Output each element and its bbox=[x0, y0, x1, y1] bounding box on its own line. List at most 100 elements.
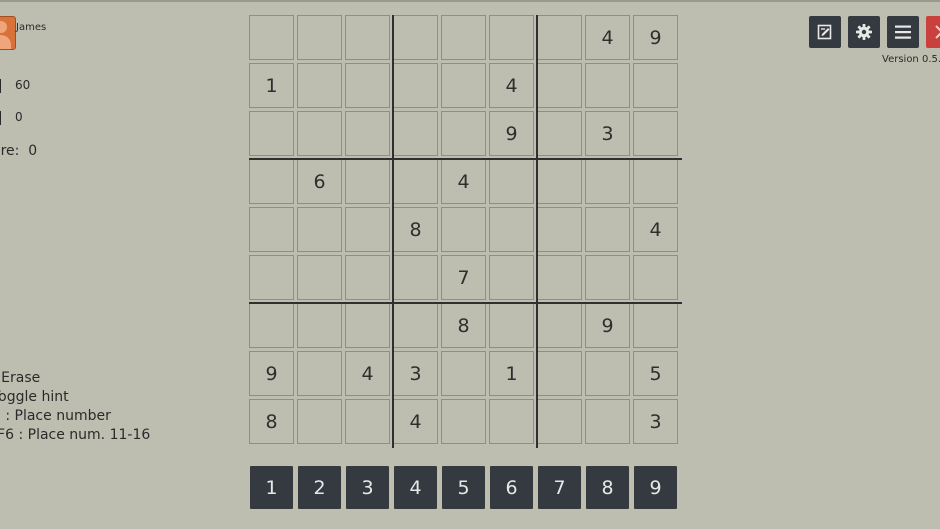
sudoku-cell[interactable]: 9 bbox=[585, 303, 630, 348]
sudoku-cell[interactable]: 3 bbox=[633, 399, 678, 444]
sudoku-cell[interactable] bbox=[345, 15, 390, 60]
sudoku-cell[interactable] bbox=[489, 399, 534, 444]
sudoku-cell[interactable] bbox=[585, 399, 630, 444]
sudoku-cell[interactable]: 7 bbox=[441, 255, 486, 300]
sudoku-cell[interactable]: 1 bbox=[249, 63, 294, 108]
sudoku-cell[interactable] bbox=[297, 255, 342, 300]
sudoku-cell[interactable]: 6 bbox=[297, 159, 342, 204]
sudoku-cell[interactable] bbox=[441, 63, 486, 108]
sudoku-cell[interactable] bbox=[249, 15, 294, 60]
sudoku-cell[interactable] bbox=[441, 15, 486, 60]
sudoku-cell[interactable] bbox=[537, 111, 582, 156]
sudoku-cell[interactable] bbox=[633, 303, 678, 348]
sudoku-cell[interactable]: 8 bbox=[441, 303, 486, 348]
help-toggle-hint: Toggle hint bbox=[0, 389, 69, 405]
sudoku-cell[interactable]: 1 bbox=[489, 351, 534, 396]
sudoku-cell[interactable]: 8 bbox=[249, 399, 294, 444]
sudoku-cell[interactable] bbox=[249, 303, 294, 348]
sudoku-cell[interactable]: 3 bbox=[393, 351, 438, 396]
sudoku-cell[interactable] bbox=[537, 15, 582, 60]
sudoku-cell[interactable] bbox=[537, 63, 582, 108]
sudoku-cell[interactable] bbox=[393, 159, 438, 204]
sudoku-cell[interactable] bbox=[297, 111, 342, 156]
stat-icon-second bbox=[0, 111, 1, 125]
number-button-8[interactable]: 8 bbox=[586, 466, 629, 509]
sudoku-cell[interactable] bbox=[297, 303, 342, 348]
number-button-6[interactable]: 6 bbox=[490, 466, 533, 509]
sudoku-cell[interactable] bbox=[249, 207, 294, 252]
sudoku-cell[interactable] bbox=[297, 351, 342, 396]
sudoku-cell[interactable] bbox=[585, 351, 630, 396]
sudoku-cell[interactable]: 5 bbox=[633, 351, 678, 396]
sudoku-cell[interactable] bbox=[249, 255, 294, 300]
sudoku-cell[interactable] bbox=[489, 159, 534, 204]
sudoku-cell[interactable] bbox=[345, 207, 390, 252]
sudoku-cell[interactable] bbox=[345, 399, 390, 444]
sudoku-cell[interactable] bbox=[489, 15, 534, 60]
sudoku-cell[interactable]: 9 bbox=[249, 351, 294, 396]
sudoku-cell[interactable]: 4 bbox=[489, 63, 534, 108]
notes-button[interactable] bbox=[809, 16, 841, 48]
sudoku-cell[interactable]: 9 bbox=[633, 15, 678, 60]
sudoku-cell[interactable]: 4 bbox=[345, 351, 390, 396]
sudoku-cell[interactable] bbox=[537, 159, 582, 204]
sudoku-cell[interactable] bbox=[393, 111, 438, 156]
sudoku-cell[interactable] bbox=[297, 207, 342, 252]
sudoku-cell[interactable] bbox=[537, 255, 582, 300]
sudoku-cell[interactable] bbox=[633, 111, 678, 156]
sudoku-cell[interactable] bbox=[633, 159, 678, 204]
sudoku-cell[interactable] bbox=[345, 63, 390, 108]
number-button-4[interactable]: 4 bbox=[394, 466, 437, 509]
sudoku-board: 491493648478994315843 bbox=[249, 15, 682, 448]
sudoku-cell[interactable] bbox=[489, 207, 534, 252]
number-button-7[interactable]: 7 bbox=[538, 466, 581, 509]
sudoku-cell[interactable] bbox=[393, 15, 438, 60]
number-button-5[interactable]: 5 bbox=[442, 466, 485, 509]
sudoku-cell[interactable]: 4 bbox=[393, 399, 438, 444]
sudoku-cell[interactable]: 4 bbox=[441, 159, 486, 204]
sudoku-cell[interactable] bbox=[585, 255, 630, 300]
sudoku-cell[interactable] bbox=[345, 255, 390, 300]
sudoku-cell[interactable]: 4 bbox=[633, 207, 678, 252]
sudoku-cell[interactable] bbox=[249, 111, 294, 156]
sudoku-cell[interactable] bbox=[297, 15, 342, 60]
sudoku-cell[interactable] bbox=[537, 303, 582, 348]
number-button-3[interactable]: 3 bbox=[346, 466, 389, 509]
sudoku-cell[interactable]: 8 bbox=[393, 207, 438, 252]
sudoku-cell[interactable] bbox=[537, 399, 582, 444]
close-button[interactable] bbox=[926, 16, 940, 48]
sudoku-cell[interactable] bbox=[441, 351, 486, 396]
sudoku-cell[interactable] bbox=[537, 207, 582, 252]
box-divider-vertical bbox=[392, 15, 394, 448]
sudoku-cell[interactable]: 3 bbox=[585, 111, 630, 156]
number-button-1[interactable]: 1 bbox=[250, 466, 293, 509]
sudoku-cell[interactable] bbox=[345, 159, 390, 204]
menu-button[interactable] bbox=[887, 16, 919, 48]
sudoku-cell[interactable] bbox=[633, 63, 678, 108]
sudoku-cell[interactable] bbox=[345, 111, 390, 156]
sudoku-cell[interactable] bbox=[393, 303, 438, 348]
sudoku-cell[interactable] bbox=[585, 159, 630, 204]
sudoku-cell[interactable] bbox=[441, 399, 486, 444]
sudoku-cell[interactable] bbox=[393, 255, 438, 300]
sudoku-cell[interactable]: 9 bbox=[489, 111, 534, 156]
sudoku-cell[interactable] bbox=[393, 63, 438, 108]
sudoku-cell[interactable] bbox=[297, 399, 342, 444]
sudoku-cell[interactable] bbox=[585, 63, 630, 108]
sudoku-cell[interactable] bbox=[633, 255, 678, 300]
sudoku-cell[interactable] bbox=[489, 255, 534, 300]
sudoku-cell[interactable] bbox=[345, 303, 390, 348]
sudoku-cell[interactable] bbox=[297, 63, 342, 108]
stat-value-first: 60 bbox=[15, 78, 31, 92]
sudoku-cell[interactable] bbox=[489, 303, 534, 348]
number-button-9[interactable]: 9 bbox=[634, 466, 677, 509]
sudoku-cell[interactable] bbox=[441, 207, 486, 252]
sudoku-cell[interactable] bbox=[585, 207, 630, 252]
score-label: ore: bbox=[0, 143, 20, 159]
sudoku-cell[interactable]: 4 bbox=[585, 15, 630, 60]
sudoku-cell[interactable] bbox=[441, 111, 486, 156]
settings-button[interactable] bbox=[848, 16, 880, 48]
sudoku-cell[interactable] bbox=[537, 351, 582, 396]
number-button-2[interactable]: 2 bbox=[298, 466, 341, 509]
sudoku-cell[interactable] bbox=[249, 159, 294, 204]
